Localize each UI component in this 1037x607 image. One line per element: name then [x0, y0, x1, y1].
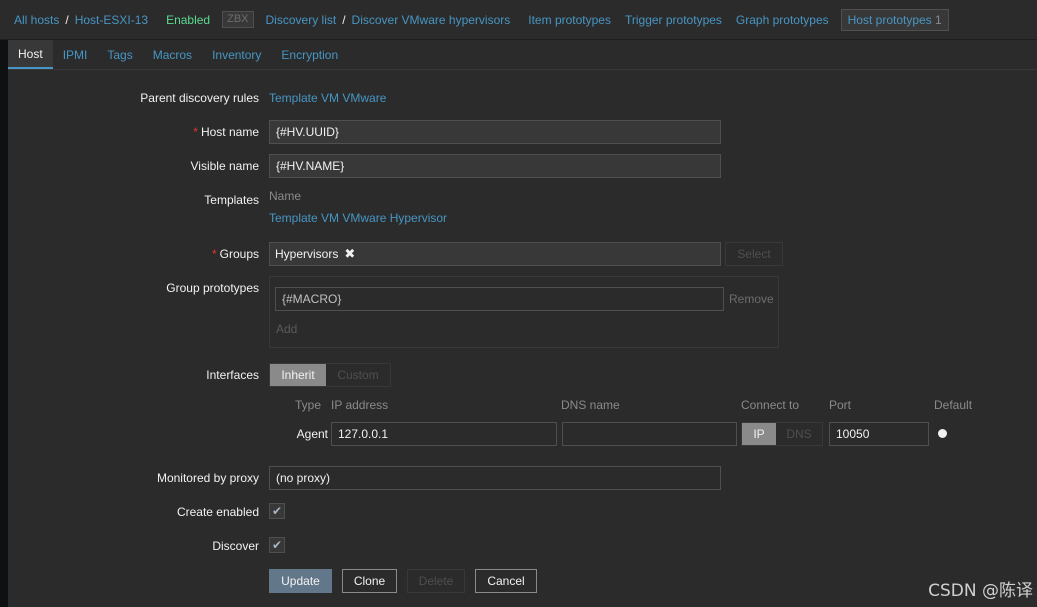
groups-label: * Groups [212, 247, 259, 261]
breadcrumb-host[interactable]: Host-ESXI-13 [69, 13, 154, 27]
proxy-select[interactable]: (no proxy) [269, 466, 721, 490]
iface-header-dns: DNS name [561, 398, 620, 412]
delete-button[interactable]: Delete [407, 569, 465, 593]
group-chip: Hypervisors ✖ [275, 246, 355, 262]
host-name-label-text: Host name [200, 125, 259, 139]
breadcrumb-all-hosts[interactable]: All hosts [8, 13, 65, 27]
breadcrumb-discovery-rule[interactable]: Discover VMware hypervisors [346, 13, 517, 27]
watermark: CSDN @陈译 [928, 581, 1033, 601]
connect-dns-option[interactable]: DNS [776, 423, 822, 445]
iface-header-ip: IP address [331, 398, 389, 412]
cancel-button[interactable]: Cancel [475, 569, 537, 593]
templates-label: Templates [204, 193, 259, 207]
breadcrumb: All hosts / Host-ESXI-13 Enabled ZBX Dis… [0, 0, 1037, 40]
create-enabled-label: Create enabled [176, 505, 259, 519]
proxy-label: Monitored by proxy [156, 471, 259, 485]
iface-header-connect: Connect to [741, 398, 800, 412]
group-prototype-input[interactable]: {#MACRO} [275, 287, 724, 311]
visible-name-label: Visible name [190, 159, 259, 173]
iface-ip-input[interactable]: 127.0.0.1 [331, 422, 557, 446]
nav-item-prototypes[interactable]: Item prototypes [522, 13, 617, 27]
iface-type-agent: Agent [296, 427, 328, 441]
group-prototypes-label: Group prototypes [166, 281, 259, 295]
tab-host[interactable]: Host [8, 40, 53, 69]
interfaces-mode-toggle: Inherit Custom [269, 363, 391, 387]
tab-encryption[interactable]: Encryption [271, 40, 348, 69]
templates-name-header: Name [269, 189, 302, 203]
custom-option[interactable]: Custom [326, 364, 390, 386]
tab-ipmi[interactable]: IPMI [53, 40, 98, 69]
remove-group-prototype-link[interactable]: Remove [729, 292, 774, 306]
tab-bar: Host IPMI Tags Macros Inventory Encrypti… [8, 40, 1037, 70]
groups-label-text: Groups [219, 247, 259, 261]
nav-host-prototypes-label: Host prototypes [847, 12, 932, 27]
groups-multiselect[interactable]: Hypervisors ✖ [269, 242, 721, 266]
nav-graph-prototypes[interactable]: Graph prototypes [730, 13, 835, 27]
visible-name-input[interactable]: {#HV.NAME} [269, 154, 721, 178]
discover-label: Discover [212, 539, 259, 553]
connect-to-toggle: IP DNS [741, 422, 823, 446]
host-status-enabled[interactable]: Enabled [154, 13, 216, 27]
connect-ip-option[interactable]: IP [742, 423, 776, 445]
breadcrumb-discovery-list[interactable]: Discovery list [260, 13, 343, 27]
interfaces-label: Interfaces [206, 368, 259, 382]
iface-header-default: Default [934, 398, 973, 412]
zbx-availability-badge: ZBX [222, 11, 254, 28]
default-interface-radio[interactable] [938, 429, 947, 438]
iface-header-port: Port [829, 398, 852, 412]
add-group-prototype-link[interactable]: Add [276, 322, 297, 336]
linked-template-link[interactable]: Template VM VMware Hypervisor [269, 211, 447, 225]
host-name-label: * Host name [193, 125, 259, 139]
iface-dns-input[interactable] [562, 422, 737, 446]
nav-trigger-prototypes[interactable]: Trigger prototypes [619, 13, 728, 27]
required-mark: * [211, 247, 217, 261]
tab-macros[interactable]: Macros [143, 40, 202, 69]
close-icon[interactable]: ✖ [344, 246, 355, 262]
nav-host-prototypes-count: 1 [935, 12, 942, 27]
select-groups-button[interactable]: Select [725, 242, 783, 266]
parent-rule-link[interactable]: Template VM VMware [269, 91, 386, 105]
form-panel: Host IPMI Tags Macros Inventory Encrypti… [8, 40, 1037, 607]
iface-header-type: Type [295, 398, 322, 412]
tab-inventory[interactable]: Inventory [202, 40, 271, 69]
group-chip-label: Hypervisors [275, 247, 339, 261]
clone-button[interactable]: Clone [342, 569, 397, 593]
update-button[interactable]: Update [269, 569, 332, 593]
iface-port-input[interactable]: 10050 [829, 422, 929, 446]
discover-checkbox[interactable]: ✔ [269, 537, 285, 553]
nav-host-prototypes[interactable]: Host prototypes 1 [840, 8, 949, 31]
group-prototypes-box: {#MACRO} Remove Add [269, 276, 779, 348]
inherit-option[interactable]: Inherit [270, 364, 326, 386]
required-mark: * [193, 125, 198, 139]
parent-rules-label: Parent discovery rules [140, 91, 259, 105]
tab-tags[interactable]: Tags [97, 40, 142, 69]
host-name-input[interactable]: {#HV.UUID} [269, 120, 721, 144]
create-enabled-checkbox[interactable]: ✔ [269, 503, 285, 519]
